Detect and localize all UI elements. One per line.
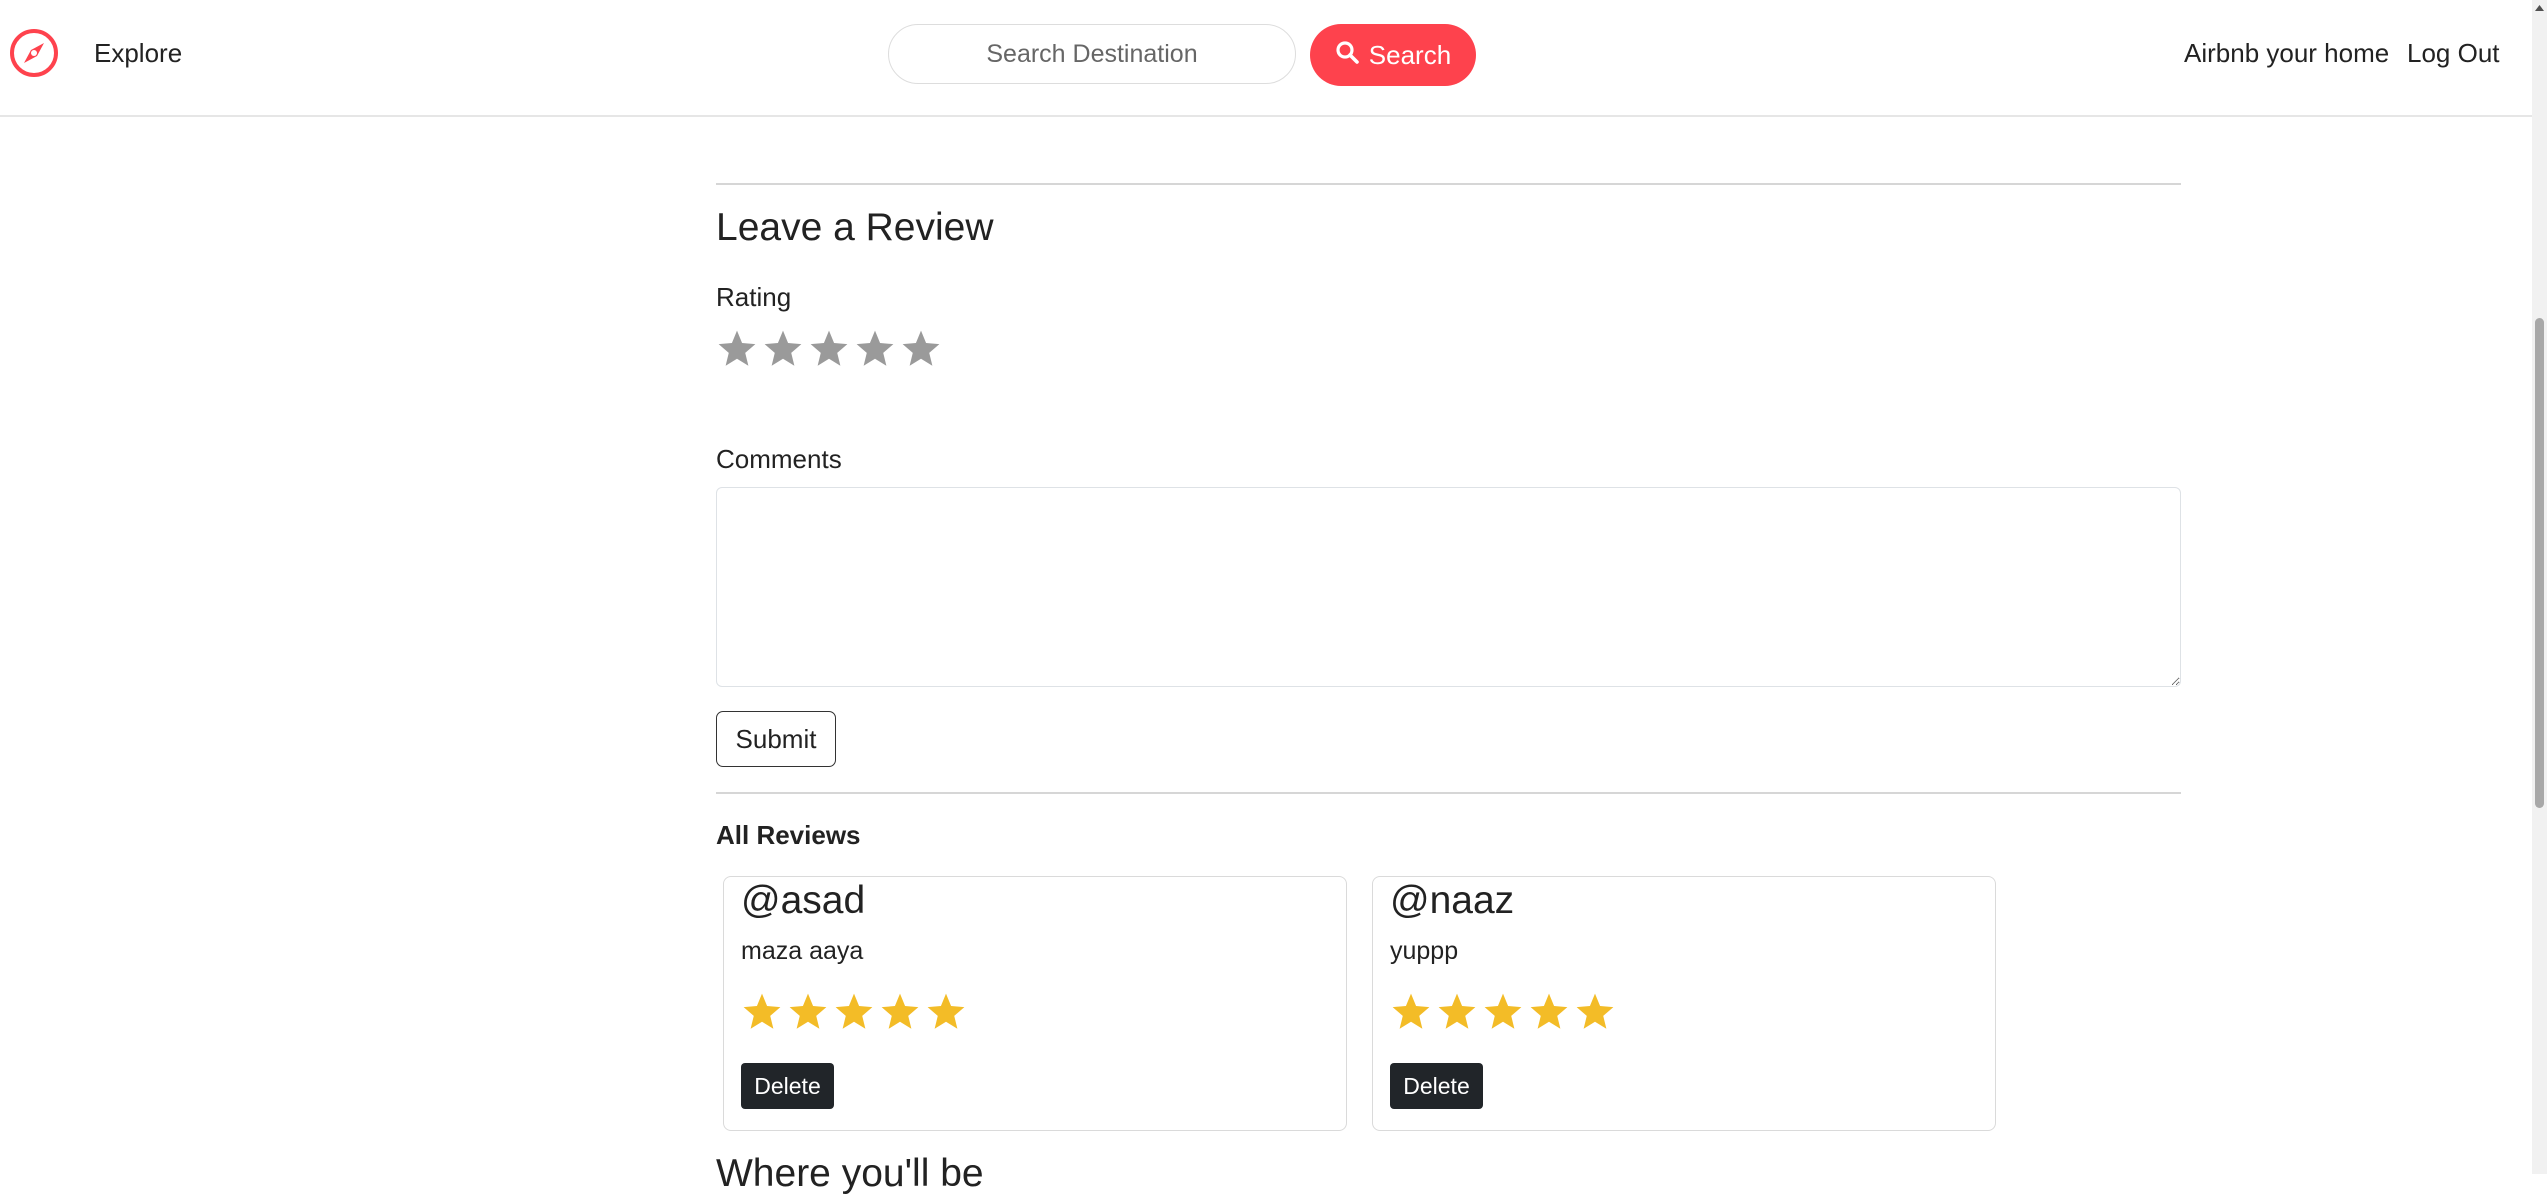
review-star-icon — [1530, 993, 1568, 1029]
review-star-icon — [743, 993, 781, 1029]
review-star-icon — [1392, 993, 1430, 1029]
all-reviews-heading: All Reviews — [716, 820, 861, 850]
delete-review-button[interactable]: Delete — [741, 1063, 834, 1109]
rating-star-icon[interactable] — [762, 328, 804, 370]
search-button[interactable]: Search — [1310, 24, 1476, 86]
review-username: @asad — [741, 879, 866, 922]
comments-textarea[interactable] — [716, 487, 2181, 687]
review-star-icon — [1484, 993, 1522, 1029]
rating-star-icon[interactable] — [900, 328, 942, 370]
review-star-icon — [881, 993, 919, 1029]
review-card: @asad maza aaya Delete — [723, 876, 1347, 1131]
review-card: @naaz yuppp Delete — [1372, 876, 1996, 1131]
review-username: @naaz — [1390, 879, 1515, 922]
compass-icon[interactable] — [8, 27, 60, 79]
delete-review-button[interactable]: Delete — [1390, 1063, 1483, 1109]
comments-label: Comments — [716, 444, 842, 474]
review-star-icon — [1438, 993, 1476, 1029]
scroll-up-arrow-icon[interactable] — [2532, 0, 2547, 16]
divider — [716, 183, 2181, 185]
review-comment: maza aaya — [741, 937, 864, 965]
location-heading: Where you'll be — [716, 1152, 984, 1195]
airbnb-your-home-link[interactable]: Airbnb your home — [2184, 38, 2389, 69]
rating-star-icon[interactable] — [808, 328, 850, 370]
review-rating-stars — [741, 991, 967, 1033]
scrollbar[interactable] — [2532, 0, 2547, 1174]
rating-label: Rating — [716, 282, 792, 312]
review-star-icon — [789, 993, 827, 1029]
search-button-label: Search — [1368, 39, 1452, 70]
review-comment: yuppp — [1390, 937, 1459, 965]
logout-link[interactable]: Log Out — [2407, 38, 2500, 69]
search-input[interactable] — [888, 24, 1296, 84]
divider — [716, 792, 2181, 794]
submit-button[interactable]: Submit — [716, 711, 836, 767]
review-star-icon — [1576, 993, 1614, 1029]
review-star-icon — [835, 993, 873, 1029]
nav-explore-link[interactable]: Explore — [94, 38, 182, 69]
rating-star-icon[interactable] — [854, 328, 896, 370]
review-star-icon — [927, 993, 965, 1029]
rating-star-input[interactable] — [716, 328, 942, 370]
review-rating-stars — [1390, 991, 1616, 1033]
rating-star-icon[interactable] — [716, 328, 758, 370]
magnifying-glass-icon — [1335, 40, 1359, 71]
leave-review-heading: Leave a Review — [716, 206, 994, 249]
navbar: Explore Search Airbnb your home Log Out — [0, 0, 2532, 117]
scrollbar-thumb[interactable] — [2535, 318, 2544, 808]
